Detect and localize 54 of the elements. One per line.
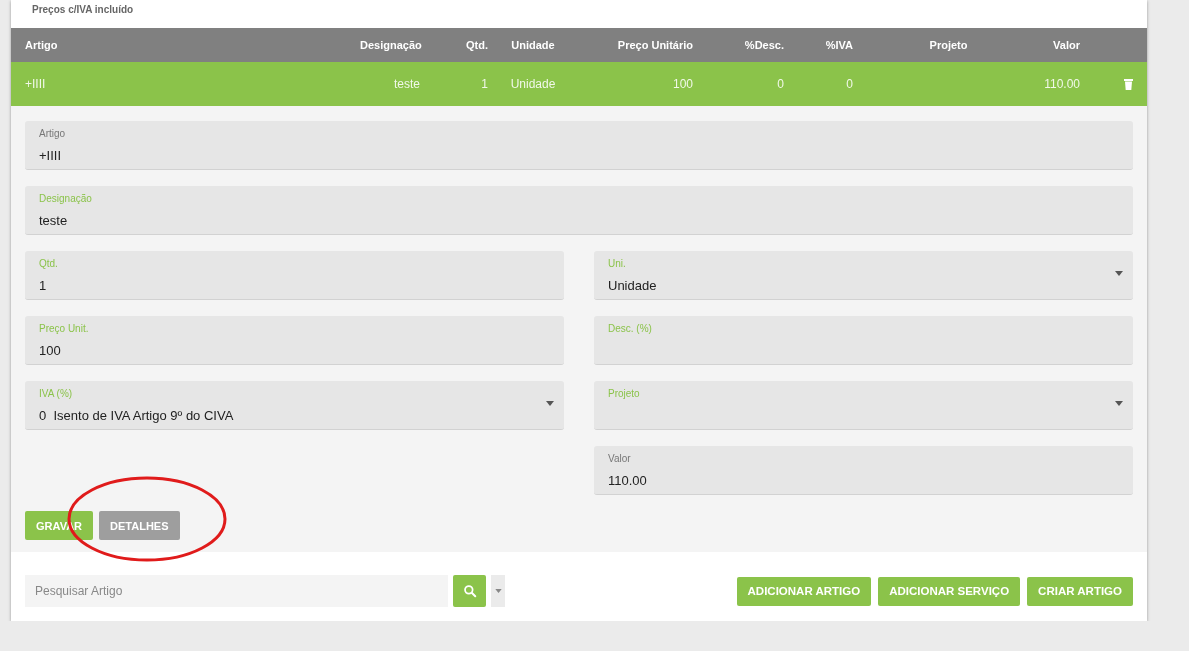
field-label: IVA (%) bbox=[39, 388, 74, 401]
column-header: %Desc. bbox=[743, 39, 784, 51]
column-header: %IVA bbox=[824, 39, 853, 51]
table-cell-text: teste bbox=[393, 77, 420, 91]
field-value: teste bbox=[39, 213, 69, 229]
dropdown-caret-icon[interactable] bbox=[1115, 271, 1123, 276]
table-row[interactable]: +IIII teste 1 Unidade 100 0 0 110.00 bbox=[11, 62, 1147, 106]
input-field[interactable]: Valor 110.00 bbox=[594, 446, 1133, 495]
select-field[interactable]: Uni. Unidade bbox=[594, 251, 1133, 300]
input-field[interactable]: Qtd. 1 bbox=[25, 251, 564, 300]
field-value: +IIII bbox=[39, 148, 63, 164]
input-field[interactable]: Designação teste bbox=[25, 186, 1133, 235]
column-header: Designação bbox=[360, 39, 420, 51]
field-value: 1 bbox=[39, 278, 48, 294]
field-label: Uni. bbox=[608, 258, 627, 271]
field-value: 100 bbox=[39, 343, 62, 359]
field-label: Artigo bbox=[39, 128, 67, 141]
search-icon bbox=[462, 584, 477, 598]
column-header: Qtd. bbox=[465, 39, 488, 51]
column-header: Valor bbox=[1052, 39, 1080, 51]
field-value: 0 Isento de IVA Artigo 9º do CIVA bbox=[39, 408, 235, 424]
action-button[interactable]: CRIAR ARTIGO bbox=[1027, 576, 1133, 606]
column-header: Unidade bbox=[510, 39, 556, 51]
details-button[interactable]: DETALHES bbox=[99, 511, 180, 540]
table-cell-text: 100 bbox=[671, 77, 693, 91]
table-cell-text: Unidade bbox=[509, 77, 557, 91]
dropdown-caret-icon[interactable] bbox=[1115, 401, 1123, 406]
column-header: Artigo bbox=[25, 39, 59, 51]
field-value: 110.00 bbox=[608, 473, 648, 489]
field-label: Qtd. bbox=[39, 258, 59, 271]
select-field[interactable]: IVA (%) 0 Isento de IVA Artigo 9º do CIVA bbox=[25, 381, 564, 430]
caret-icon bbox=[494, 589, 502, 593]
table-cell-text: 0 bbox=[776, 77, 784, 91]
field-label: Desc. (%) bbox=[608, 323, 653, 336]
table-cell-text: +IIII bbox=[25, 77, 47, 91]
select-field[interactable]: Projeto bbox=[594, 381, 1133, 430]
input-field[interactable]: Artigo +IIII bbox=[25, 121, 1133, 170]
column-header: Preço Unitário bbox=[616, 39, 693, 51]
search-field[interactable]: Pesquisar Artigo bbox=[25, 575, 448, 607]
prices-note: Preços c/IVA incluído bbox=[31, 3, 135, 17]
table-cell-text: 110.00 bbox=[1043, 77, 1080, 91]
input-field[interactable]: Desc. (%) bbox=[594, 316, 1133, 365]
field-label: Valor bbox=[608, 453, 632, 466]
table-cell-text: 1 bbox=[480, 77, 488, 91]
column-header: Projeto bbox=[928, 39, 969, 51]
table-cell-text: 0 bbox=[845, 77, 853, 91]
dropdown-caret-icon[interactable] bbox=[546, 401, 554, 406]
field-label: Designação bbox=[39, 193, 93, 206]
action-button[interactable]: ADICIONAR ARTIGO bbox=[736, 576, 872, 606]
input-field[interactable]: Preço Unit. 100 bbox=[25, 316, 564, 365]
field-value: Unidade bbox=[608, 278, 658, 294]
field-label: Projeto bbox=[608, 388, 641, 401]
action-button[interactable]: ADICIONAR SERVIÇO bbox=[878, 576, 1021, 606]
field-label: Preço Unit. bbox=[39, 323, 90, 336]
